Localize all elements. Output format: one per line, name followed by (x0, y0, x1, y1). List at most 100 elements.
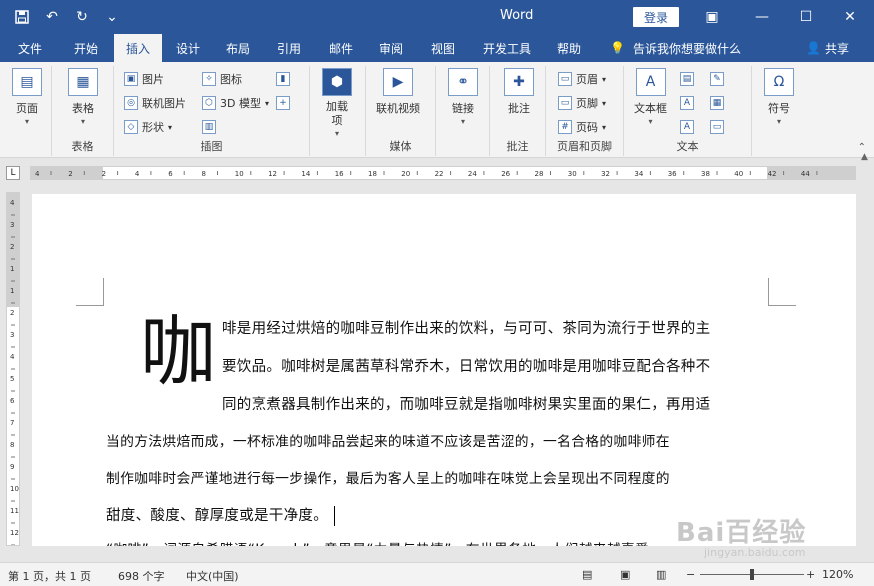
dropcap-icon: A (680, 120, 694, 134)
online-video-button[interactable]: ▶ 联机视频 (376, 68, 420, 116)
screenshot-button[interactable]: + (276, 94, 290, 112)
page-count[interactable]: 第 1 页，共 1 页 (8, 568, 91, 584)
tab-home[interactable]: 开始 (60, 34, 112, 62)
tab-design[interactable]: 设计 (166, 34, 210, 62)
zoom-slider-thumb[interactable] (750, 569, 754, 580)
login-button[interactable]: 登录 (633, 7, 679, 27)
ruler-tick-label: 20 (401, 170, 410, 178)
tab-help[interactable]: 帮助 (548, 34, 590, 62)
paragraph-line-text: 甜度、酸度、醇厚度或是干净度。 (106, 508, 328, 524)
maximize-icon[interactable]: ☐ (784, 0, 828, 34)
ruler-tick-label: 2 (102, 170, 106, 178)
zoom-in-icon[interactable]: + (806, 568, 815, 581)
textbox-label: 文本框 (634, 102, 667, 115)
footer-button[interactable]: ▭ 页脚 ▾ (558, 94, 606, 112)
header-button[interactable]: ▭ 页眉 ▾ (558, 70, 606, 88)
page-number-label: 页码 (576, 121, 598, 134)
chart-button[interactable]: ▮ (276, 70, 290, 88)
scroll-up-arrow-icon[interactable]: ▲ (861, 152, 868, 162)
footer-icon: ▭ (558, 96, 572, 110)
smartart-button[interactable]: ▥ (202, 118, 216, 136)
tab-layout[interactable]: 布局 (216, 34, 260, 62)
paragraph-line: 同的烹煮器具制作出来的，而咖啡豆就是指咖啡树果实里面的果仁，再用适 (222, 397, 711, 413)
comment-button[interactable]: ✚ 批注 (504, 68, 534, 116)
3d-model-button[interactable]: ⬡ 3D 模型 ▾ (202, 94, 269, 112)
object-icon: ▭ (710, 120, 724, 134)
header-icon: ▭ (558, 72, 572, 86)
ruler-tick-label: 26 (501, 170, 510, 178)
zoom-level[interactable]: 120% (822, 568, 853, 581)
addins-button[interactable]: ⬢ 加载 项 ▾ (322, 68, 352, 138)
page-number-icon: # (558, 120, 572, 134)
web-layout-icon[interactable]: ▥ (656, 568, 666, 581)
ruler-tick-label: 1 (10, 287, 14, 295)
screenshot-icon: + (276, 96, 290, 110)
tab-insert[interactable]: 插入 (114, 34, 162, 62)
datetime-button[interactable]: ▦ (710, 94, 724, 112)
drop-cap: 咖 (140, 307, 216, 396)
online-picture-button[interactable]: ◎ 联机图片 (124, 94, 186, 112)
ruler-tick-label: 4 (10, 199, 15, 207)
ribbon-display-icon[interactable]: ▣ (690, 0, 734, 34)
page-number-button[interactable]: # 页码 ▾ (558, 118, 606, 136)
crop-mark-top-right (768, 278, 796, 306)
textbox-button[interactable]: A 文本框 ▾ (634, 68, 667, 126)
table-label: 表格 (72, 102, 94, 115)
tab-references[interactable]: 引用 (266, 34, 312, 62)
tab-view[interactable]: 视图 (420, 34, 466, 62)
tell-me-box[interactable]: 💡 告诉我你想要做什么 (610, 34, 741, 62)
ruler-tick-label: 2 (68, 170, 72, 178)
tab-mailings[interactable]: 邮件 (318, 34, 364, 62)
group-label-illustrations: 插图 (200, 140, 223, 153)
shapes-button[interactable]: ◇ 形状 ▾ (124, 118, 172, 136)
links-button[interactable]: ⚭ 链接 ▾ (448, 68, 478, 126)
tab-selector[interactable]: L (6, 166, 20, 180)
share-label: 共享 (824, 41, 849, 56)
zoom-out-icon[interactable]: − (686, 568, 695, 581)
paragraph-line: 要饮品。咖啡树是属茜草科常乔木，日常饮用的咖啡是用咖啡豆配合各种不 (222, 359, 711, 375)
horizontal-ruler[interactable]: 4 2 2 4 6 8 10 12 14 16 18 20 22 24 26 28 30 32 34 36 38 40 42… (30, 166, 856, 180)
ruler-tick-label: 24 (468, 170, 477, 178)
document-page[interactable]: 咖 啡是用经过烘焙的咖啡豆制作出来的饮料，与可可、茶同为流行于世界的主 要饮品。… (32, 194, 856, 546)
group-links: ⚭ 链接 ▾ (436, 66, 490, 156)
symbol-button[interactable]: Ω 符号 ▾ (764, 68, 794, 126)
save-icon[interactable] (10, 6, 34, 28)
ribbon-tabs: 文件 开始 插入 设计 布局 引用 邮件 审阅 视图 开发工具 帮助 💡 告诉我… (0, 34, 874, 62)
ruler-tick-label: 12 (10, 529, 19, 537)
tab-file[interactable]: 文件 (6, 34, 54, 62)
redo-icon[interactable]: ↻ (70, 6, 94, 28)
ruler-tick-label: 8 (202, 170, 206, 178)
table-button[interactable]: ▦ 表格 ▾ (68, 68, 98, 126)
minimize-icon[interactable]: — (740, 0, 784, 34)
dropcap-button[interactable]: A (680, 118, 694, 136)
pages-button[interactable]: ▤ 页面 ▾ (12, 68, 42, 126)
cube-icon: ⬡ (202, 96, 216, 110)
icons-button[interactable]: ✧ 图标 (202, 70, 242, 88)
customize-icon[interactable]: ⌄ (100, 6, 124, 28)
vertical-ruler[interactable]: 4 3 2 1 1 2 3 4 5 6 7 8 9 10 11 12 (6, 192, 20, 546)
ruler-tick-label: 5 (10, 375, 14, 383)
object-button[interactable]: ▭ (710, 118, 724, 136)
pages-label: 页面 (16, 102, 38, 115)
language[interactable]: 中文(中国) (186, 568, 239, 584)
read-mode-icon[interactable]: ▤ (582, 568, 592, 581)
omega-icon: Ω (764, 68, 794, 96)
wordart-button[interactable]: A (680, 94, 694, 112)
textbox-icon: A (635, 68, 666, 96)
watermark-url: jingyan.baidu.com (704, 546, 806, 559)
close-icon[interactable]: ✕ (828, 0, 872, 34)
word-count[interactable]: 698 个字 (118, 568, 165, 584)
tab-developer[interactable]: 开发工具 (476, 34, 538, 62)
picture-icon: ▣ (124, 72, 138, 86)
print-layout-icon[interactable]: ▣ (620, 568, 630, 581)
signature-line-button[interactable]: ✎ (710, 70, 724, 88)
vertical-scrollbar[interactable]: ▲ (858, 152, 874, 546)
icons-icon: ✧ (202, 72, 216, 86)
tab-review[interactable]: 审阅 (368, 34, 414, 62)
group-text: A 文本框 ▾ ▤ A A ✎ ▦ ▭ 文本 (624, 66, 752, 156)
picture-button[interactable]: ▣ 图片 (124, 70, 164, 88)
share-button[interactable]: 👤 共享 (806, 34, 849, 62)
undo-icon[interactable]: ↶ (40, 6, 64, 28)
picture-label: 图片 (142, 73, 164, 86)
quick-parts-button[interactable]: ▤ (680, 70, 694, 88)
